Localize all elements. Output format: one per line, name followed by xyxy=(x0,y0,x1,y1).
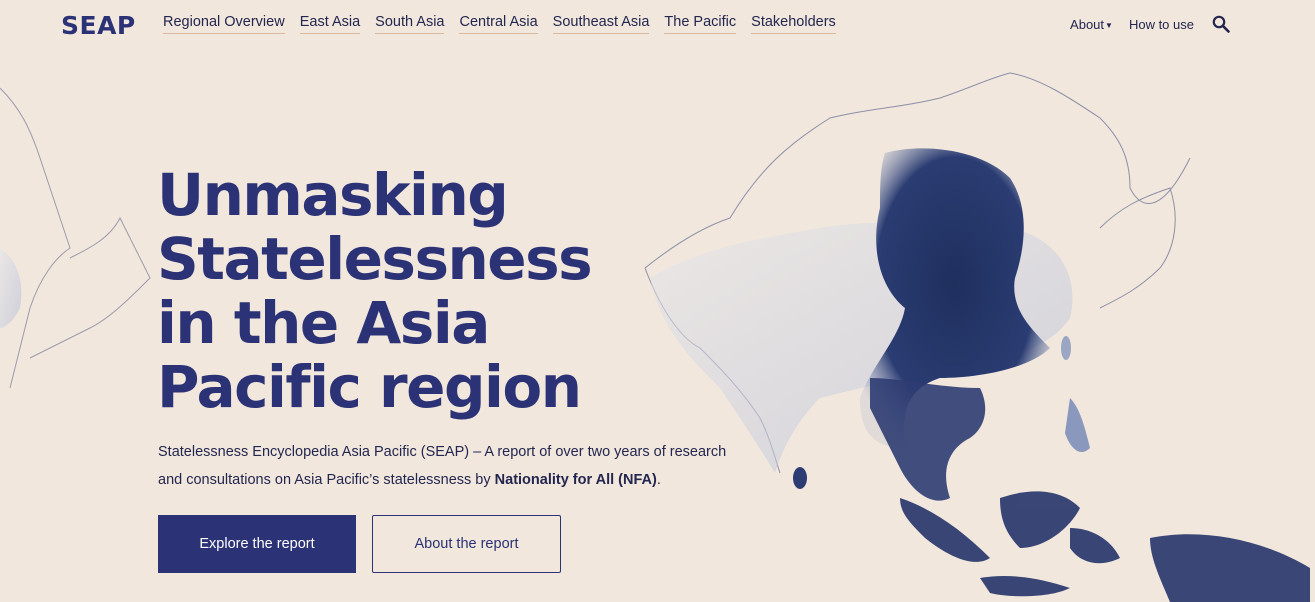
caret-down-icon: ▼ xyxy=(1105,20,1113,30)
about-dropdown[interactable]: About▼ xyxy=(1070,17,1113,32)
hero-description: Statelessness Encyclopedia Asia Pacific … xyxy=(158,438,738,494)
nav-item-east-asia[interactable]: East Asia xyxy=(299,14,361,34)
explore-report-button[interactable]: Explore the report xyxy=(158,515,356,573)
about-report-button[interactable]: About the report xyxy=(372,515,561,573)
hero-title: Unmasking Statelessness in the Asia Paci… xyxy=(157,161,593,421)
nav-item-the-pacific[interactable]: The Pacific xyxy=(664,14,737,34)
hero-description-end: . xyxy=(656,472,661,488)
nav-item-stakeholders[interactable]: Stakeholders xyxy=(751,14,836,34)
nav-item-south-asia[interactable]: South Asia xyxy=(375,14,445,34)
site-header: SEAP Regional Overview East Asia South A… xyxy=(0,0,1315,48)
about-label: About xyxy=(1070,16,1105,32)
utility-nav: About▼ How to use xyxy=(1070,15,1230,33)
seap-logo[interactable]: SEAP xyxy=(61,11,136,40)
main-nav: Regional Overview East Asia South Asia C… xyxy=(163,14,851,34)
nav-item-southeast-asia[interactable]: Southeast Asia xyxy=(552,14,650,34)
nfa-link-text: Nationality for All (NFA) xyxy=(494,472,657,488)
search-icon[interactable] xyxy=(1212,15,1230,33)
how-to-use-link[interactable]: How to use xyxy=(1129,17,1194,32)
nav-item-regional-overview[interactable]: Regional Overview xyxy=(163,14,285,34)
nav-item-central-asia[interactable]: Central Asia xyxy=(459,14,538,34)
